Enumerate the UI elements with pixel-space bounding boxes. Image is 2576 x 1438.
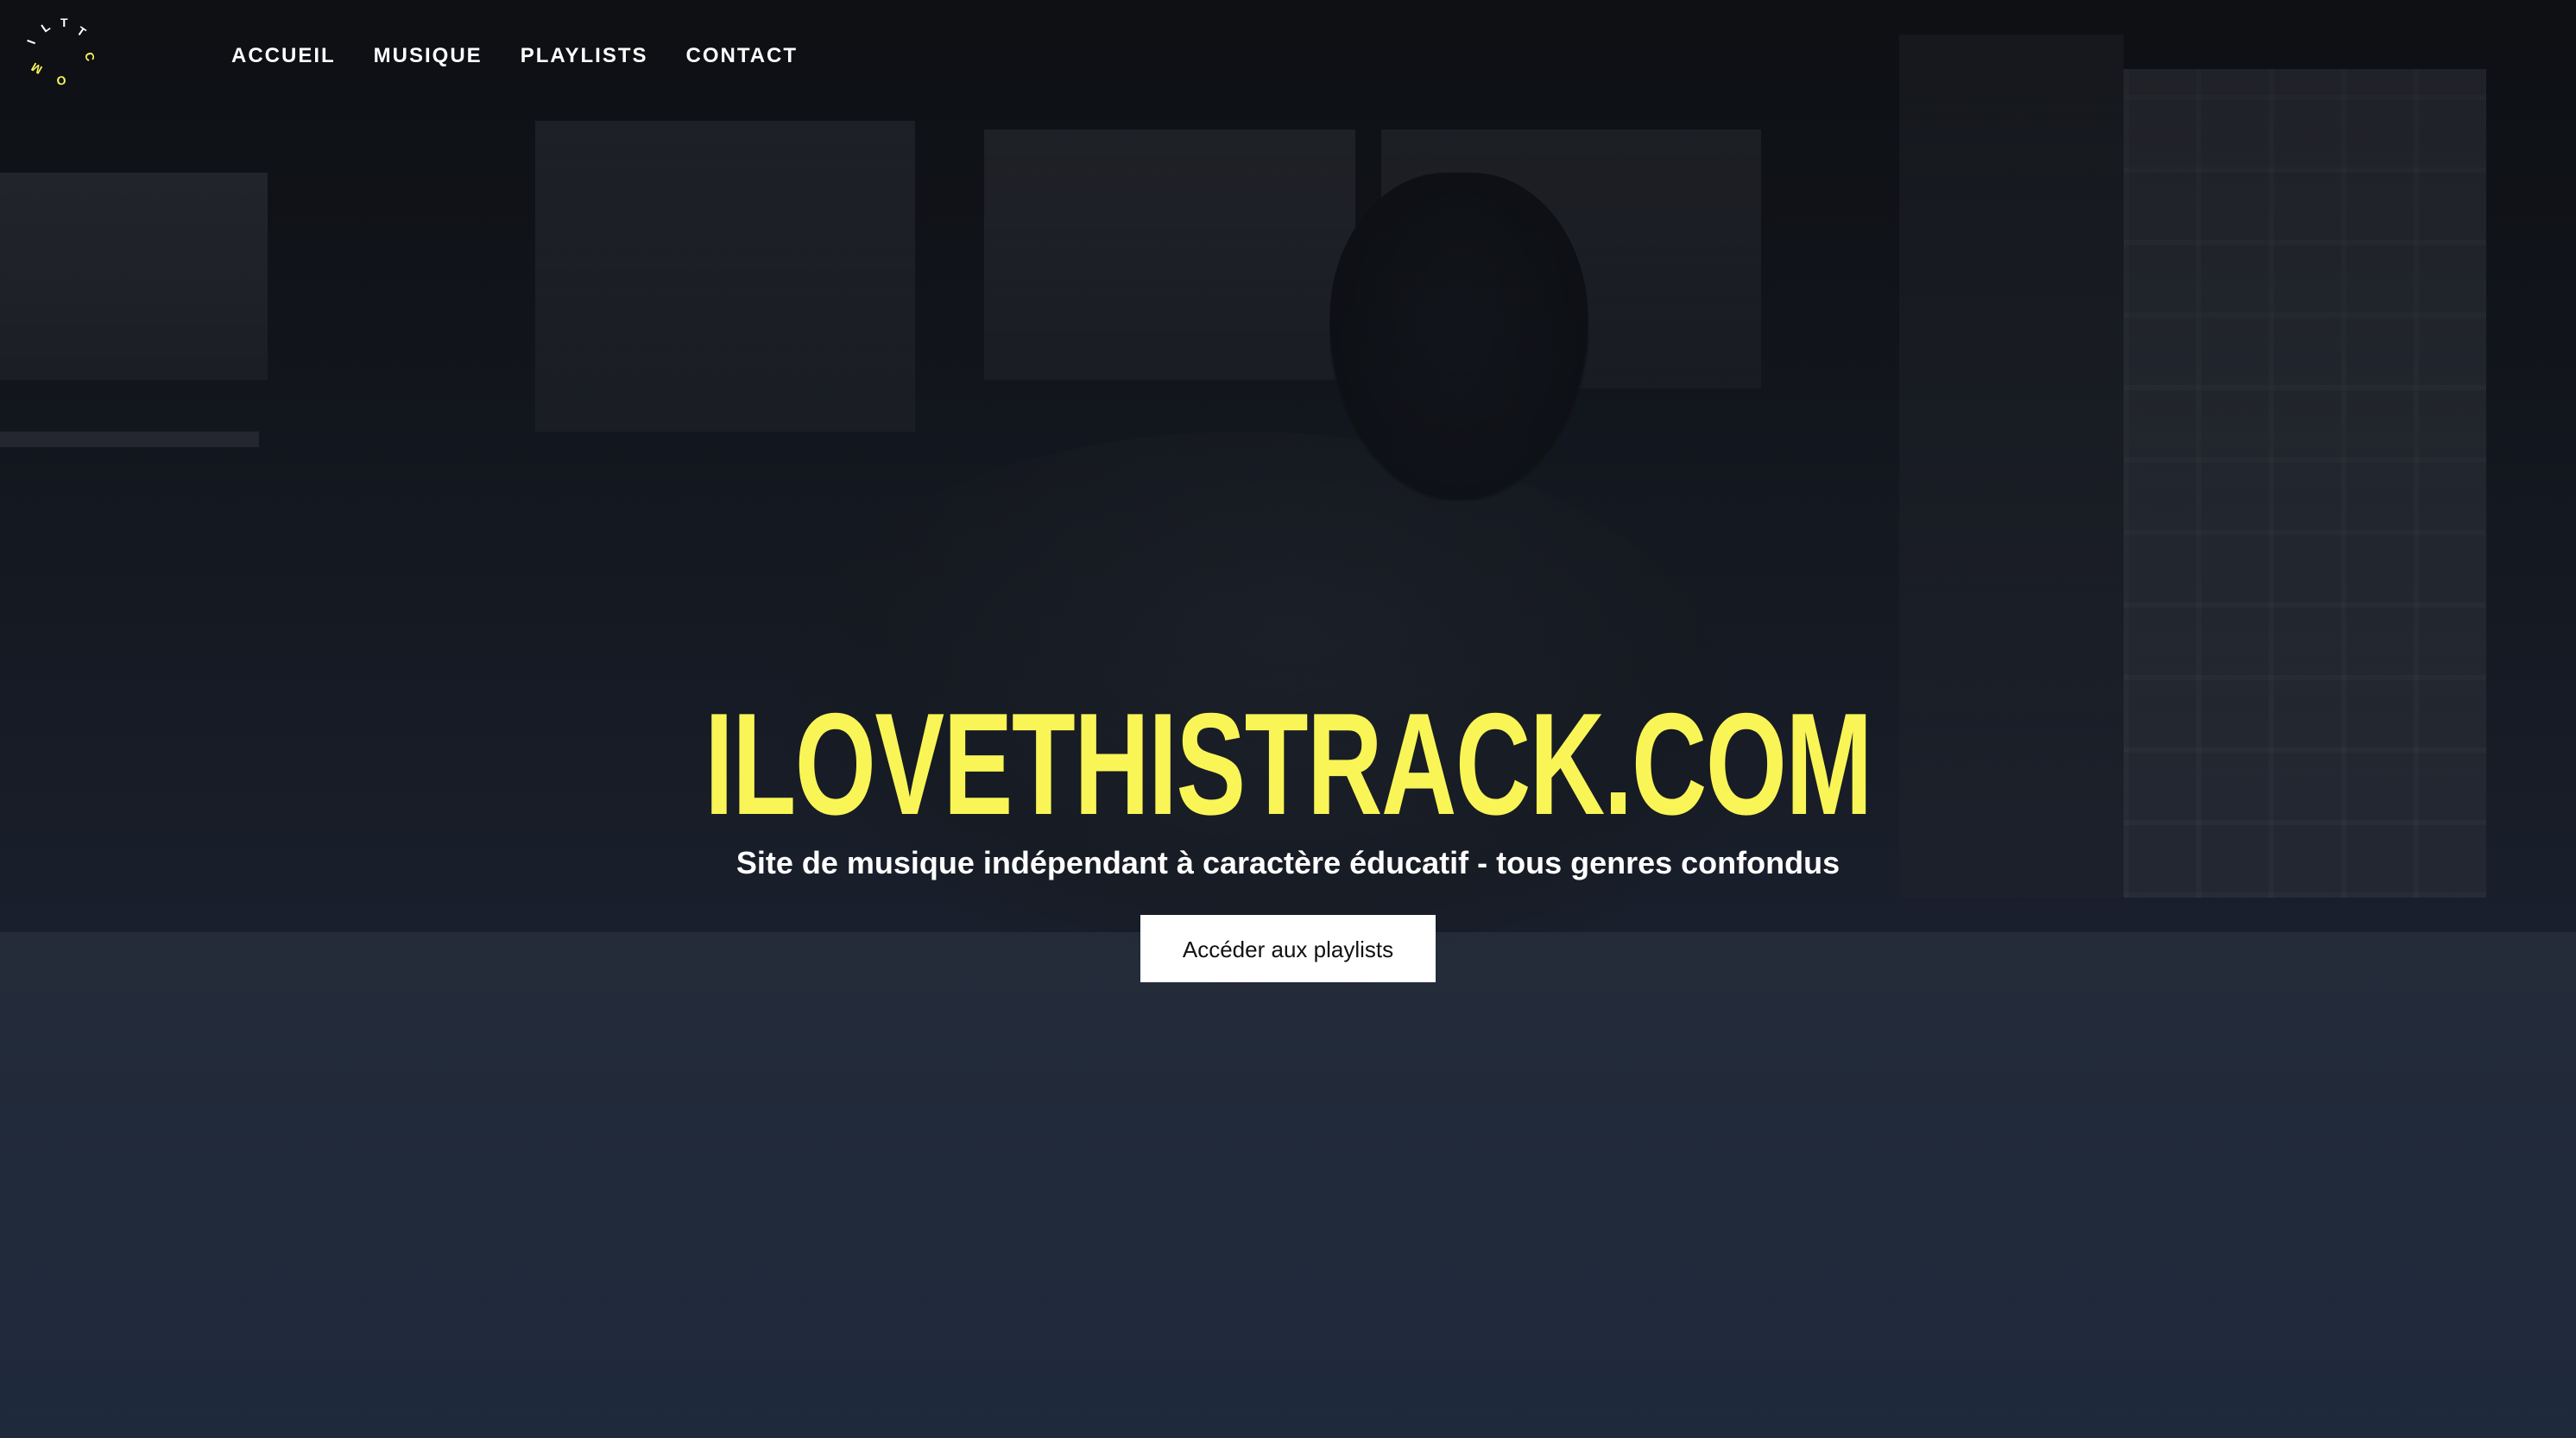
access-playlists-button[interactable]: Accéder aux playlists xyxy=(1140,915,1436,982)
nav-item-playlists[interactable]: PLAYLISTS xyxy=(521,41,648,71)
logo-letter: T xyxy=(74,23,89,39)
hero-subtitle: Site de musique indépendant à caractère … xyxy=(736,845,1840,880)
nav-item-musique[interactable]: MUSIQUE xyxy=(374,41,483,71)
logo-letter: I xyxy=(24,38,38,46)
logo-letter: M xyxy=(28,60,44,78)
hero-content: ILOVETHISTRACK.COM Site de musique indép… xyxy=(0,691,2576,982)
site-logo[interactable]: I L T T C O M xyxy=(24,16,104,95)
main-menu: ACCUEIL MUSIQUE PLAYLISTS CONTACT xyxy=(231,41,798,71)
nav-item-contact[interactable]: CONTACT xyxy=(686,41,799,71)
logo-letter: O xyxy=(56,73,66,88)
top-navigation: I L T T C O M ACCUEIL MUSIQUE PLAYLISTS … xyxy=(0,0,2576,112)
logo-letter: C xyxy=(82,51,98,63)
logo-icon: I L T T C O M xyxy=(24,16,98,88)
nav-item-accueil[interactable]: ACCUEIL xyxy=(231,41,336,71)
logo-letter: T xyxy=(60,16,68,29)
logo-letter: L xyxy=(39,19,54,35)
hero-title: ILOVETHISTRACK.COM xyxy=(704,683,1872,845)
